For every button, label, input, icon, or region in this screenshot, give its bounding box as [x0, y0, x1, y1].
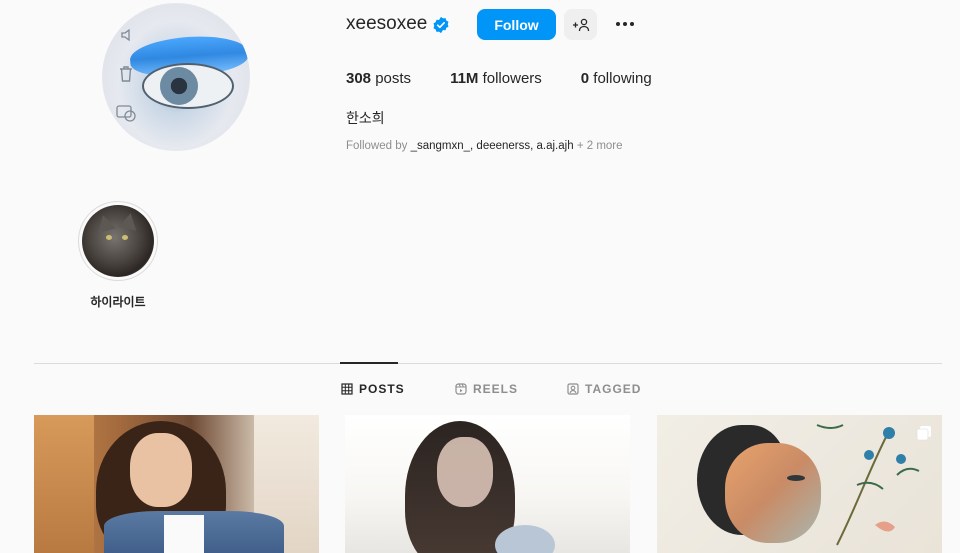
speaker-icon — [119, 27, 135, 47]
followers-label: followers — [482, 70, 542, 87]
highlight-item[interactable] — [78, 201, 158, 281]
following-stat[interactable]: 0 following — [581, 70, 652, 87]
username: xeesoxee — [346, 13, 428, 34]
active-tab-indicator — [340, 362, 398, 364]
tagged-icon — [567, 383, 579, 395]
followers-count: 11M — [450, 70, 479, 87]
photo-icon — [115, 103, 137, 127]
posts-count: 308 — [346, 70, 372, 87]
follow-button[interactable]: Follow — [477, 9, 556, 40]
post-thumbnail[interactable] — [345, 415, 630, 553]
followed-by-users: _sangmxn_, deeenerss, a.aj.ajh — [410, 140, 574, 152]
reels-icon — [455, 383, 467, 395]
carousel-icon — [916, 426, 931, 441]
highlight-cover — [82, 205, 154, 277]
following-label: following — [593, 70, 652, 87]
tab-reels-label: REELS — [473, 382, 519, 396]
following-count: 0 — [580, 70, 590, 87]
tab-reels[interactable]: REELS — [455, 382, 518, 396]
followers-stat[interactable]: 11M followers — [450, 70, 542, 87]
bio-full-name: 한소희 — [346, 110, 385, 126]
tab-posts[interactable]: POSTS — [341, 382, 405, 396]
grid-icon — [341, 383, 353, 395]
tab-tagged[interactable]: TAGGED — [567, 382, 641, 396]
post-thumbnail[interactable] — [657, 415, 942, 553]
followed-by[interactable]: Followed by _sangmxn_, deeenerss, a.aj.a… — [346, 140, 623, 152]
profile-stats: 308 posts 11M followers 0 following — [346, 70, 691, 87]
add-user-icon — [572, 18, 589, 31]
more-options-icon[interactable] — [612, 12, 638, 36]
posts-stat: 308 posts — [346, 70, 411, 87]
verified-badge-icon — [433, 16, 449, 34]
trash-icon — [118, 65, 134, 87]
tabs-divider — [34, 363, 942, 364]
suggested-users-button[interactable] — [564, 9, 597, 40]
post-thumbnail[interactable] — [34, 415, 319, 553]
tab-tagged-label: TAGGED — [585, 382, 642, 396]
followed-by-more: + 2 more — [576, 140, 623, 152]
profile-avatar[interactable] — [102, 3, 250, 151]
posts-label: posts — [375, 70, 412, 87]
highlight-label: 하이라이트 — [90, 295, 146, 309]
avatar-iris — [160, 67, 198, 105]
tab-posts-label: POSTS — [359, 382, 405, 396]
followed-by-prefix: Followed by — [346, 140, 408, 152]
